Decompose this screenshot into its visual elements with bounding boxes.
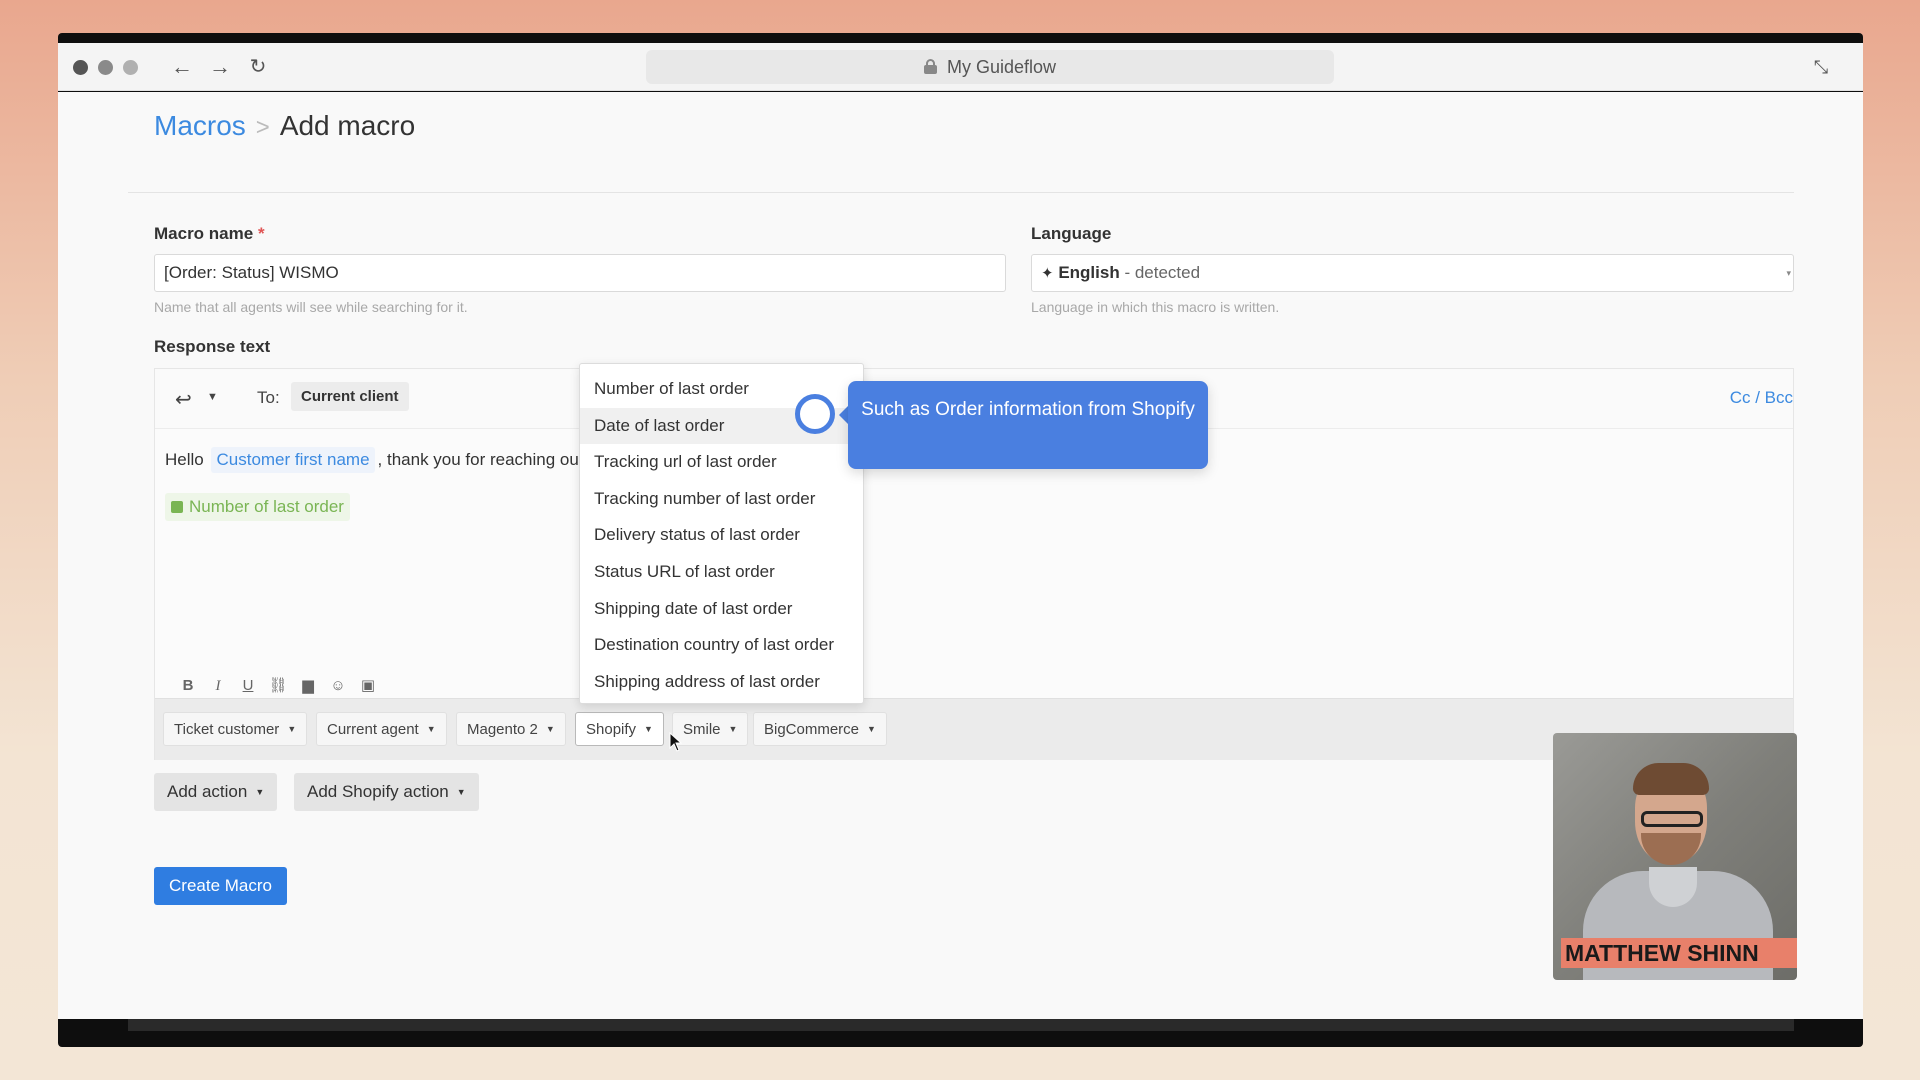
close-window-dot[interactable] [73, 60, 88, 75]
macro-name-label-text: Macro name [154, 224, 254, 243]
chevron-down-icon[interactable]: ▼ [207, 391, 218, 403]
body-hello: Hello [165, 450, 204, 469]
webcam-glasses [1641, 811, 1703, 827]
shopify-bag-icon [171, 501, 183, 513]
guide-tooltip: Such as Order information from Shopify [848, 381, 1208, 469]
breadcrumb-separator: > [255, 114, 270, 141]
caret-down-icon: ▼ [287, 724, 297, 734]
add-action-button[interactable]: Add action ▼ [154, 773, 278, 811]
menu-item[interactable]: Shipping address of last order [580, 664, 863, 701]
menu-item[interactable]: Delivery status of last order [580, 517, 863, 554]
menu-item[interactable]: Tracking number of last order [580, 481, 863, 518]
title-divider [128, 192, 1794, 193]
var-btn-label: Shopify [586, 721, 637, 738]
presenter-name-banner: MATTHEW SHINN [1561, 938, 1797, 968]
shopify-icon[interactable]: ▣ [353, 676, 383, 694]
menu-item[interactable]: Status URL of last order [580, 554, 863, 591]
language-help: Language in which this macro is written. [1031, 299, 1280, 315]
sparkle-icon: ✦ [1041, 265, 1054, 282]
browser-toolbar: ← → ↻ My Guideflow ⤡ [58, 43, 1863, 91]
customer-first-name-variable[interactable]: Customer first name [211, 447, 375, 473]
guide-hotspot[interactable] [795, 394, 835, 434]
chevron-down-icon: ▾ [1786, 268, 1791, 278]
page-scroll-edge [128, 1019, 1794, 1031]
smile-dropdown[interactable]: Smile ▼ [672, 712, 749, 746]
link-icon[interactable]: ⛓ [263, 676, 293, 694]
caret-down-icon: ▼ [255, 787, 265, 797]
var-btn-label: Current agent [327, 721, 419, 738]
forward-arrow-icon[interactable]: → [206, 53, 234, 81]
breadcrumb: Macros > Add macro [154, 110, 415, 142]
variable-bar: Ticket customer ▼ Current agent ▼ Magento … [155, 698, 1793, 760]
var-btn-label: Smile [683, 721, 721, 738]
var-btn-label: Magento 2 [467, 721, 538, 738]
add-shopify-action-label: Add Shopify action [307, 782, 449, 801]
cc-bcc-link[interactable]: Cc / Bcc [1730, 388, 1793, 408]
lock-icon [923, 59, 937, 74]
var-btn-label: Ticket customer [174, 721, 280, 738]
page-title: Add macro [279, 110, 416, 141]
minimize-window-dot[interactable] [98, 60, 113, 75]
recipient-chip[interactable]: Current client [291, 382, 409, 411]
to-label: To: [257, 388, 280, 407]
menu-item[interactable]: Destination country of last order [580, 627, 863, 664]
macro-name-input[interactable]: [Order: Status] WISMO [154, 254, 1006, 292]
address-bar-title: My Guideflow [946, 57, 1057, 77]
caret-down-icon: ▼ [644, 724, 653, 734]
current-agent-dropdown[interactable]: Current agent ▼ [316, 712, 447, 746]
caret-down-icon: ▼ [545, 724, 555, 734]
reply-icon[interactable]: ↩ [175, 387, 192, 412]
breadcrumb-macros-link[interactable]: Macros [154, 110, 246, 141]
caret-down-icon: ▼ [867, 724, 876, 734]
macro-name-help: Name that all agents will see while sear… [154, 299, 468, 315]
create-macro-button[interactable]: Create Macro [154, 867, 287, 905]
magento-dropdown[interactable]: Magento 2 ▼ [456, 712, 566, 746]
language-label: Language [1031, 224, 1112, 243]
address-bar[interactable]: My Guideflow [646, 50, 1334, 84]
add-action-label: Add action [167, 782, 248, 801]
maximize-window-dot[interactable] [123, 60, 138, 75]
required-mark: * [257, 224, 265, 243]
webcam-beard [1641, 833, 1701, 865]
language-value: English [1058, 263, 1120, 282]
reload-icon[interactable]: ↻ [244, 53, 272, 81]
language-select[interactable]: ✦ English - detected ▾ [1031, 254, 1794, 292]
presenter-webcam: MATTHEW SHINN [1553, 733, 1797, 980]
ticket-customer-dropdown[interactable]: Ticket customer ▼ [163, 712, 308, 746]
macro-name-label: Macro name * [154, 224, 265, 244]
bigcommerce-dropdown[interactable]: BigCommerce ▼ [753, 712, 887, 746]
italic-icon[interactable]: I [203, 678, 233, 695]
tooltip-arrow [839, 406, 848, 424]
back-arrow-icon[interactable]: ← [168, 53, 196, 81]
var-btn-label: BigCommerce [764, 721, 860, 738]
format-toolbar: B I U ⛓ ▆ ☺ ▣ [173, 676, 383, 695]
editor-body-text[interactable]: Hello Customer first name, thank you for… [165, 447, 579, 473]
body-rest: , thank you for reaching ou [377, 450, 579, 469]
response-text-label: Response text [154, 337, 271, 356]
shopify-dropdown[interactable]: Shopify ▼ [575, 712, 664, 746]
language-detected-suffix: - detected [1124, 263, 1201, 282]
shopify-variable-label: Number of last order [189, 497, 344, 516]
add-shopify-action-button[interactable]: Add Shopify action ▼ [294, 773, 479, 811]
caret-down-icon: ▼ [728, 724, 738, 734]
macro-name-value: [Order: Status] WISMO [164, 263, 339, 282]
webcam-hair [1633, 763, 1709, 795]
emoji-icon[interactable]: ☺ [323, 677, 353, 694]
menu-item[interactable]: Shipping date of last order [580, 591, 863, 628]
shopify-variable-chip[interactable]: Number of last order [165, 493, 350, 521]
menu-item[interactable]: Tracking url of last order [580, 444, 863, 481]
bold-icon[interactable]: B [173, 677, 203, 694]
caret-down-icon: ▼ [426, 724, 436, 734]
image-icon[interactable]: ▆ [293, 676, 323, 694]
underline-icon[interactable]: U [233, 677, 263, 694]
caret-down-icon: ▼ [456, 787, 466, 797]
collapse-icon[interactable]: ⤡ [1807, 53, 1835, 81]
